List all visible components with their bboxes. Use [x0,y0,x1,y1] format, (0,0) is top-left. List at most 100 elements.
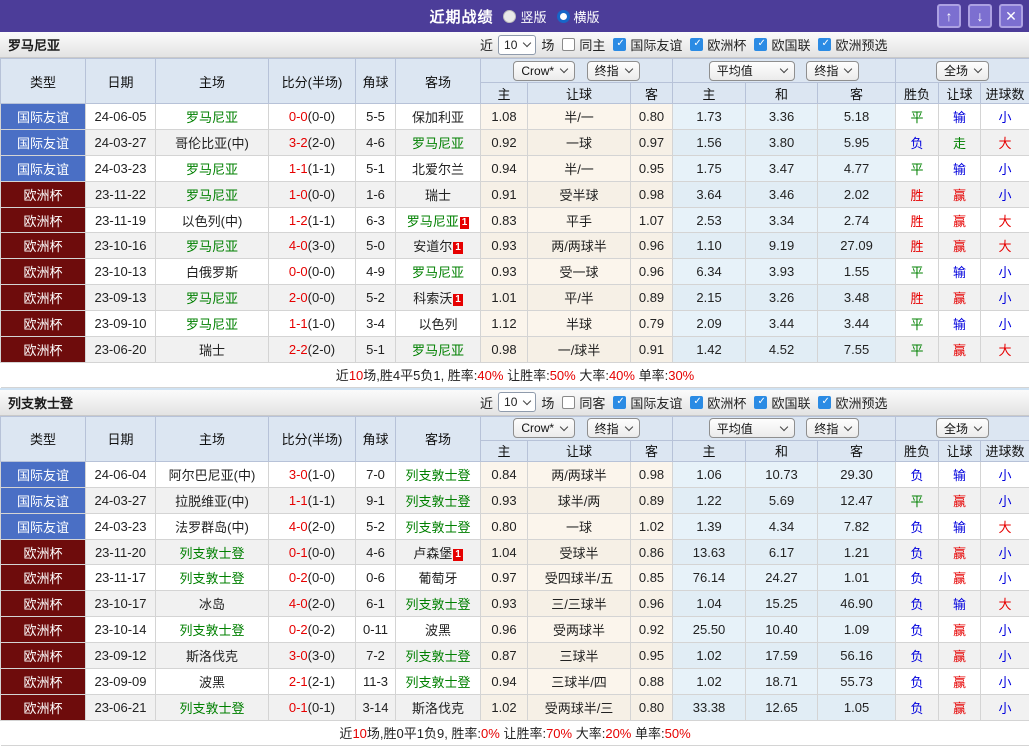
crow-handicap: 两/两球半 [527,232,631,260]
league-checkbox-1[interactable] [690,395,704,409]
avg-draw-odds: 4.52 [745,336,819,363]
crow-away-odds: 1.07 [629,206,674,234]
arrow-down-icon: ↓ [976,8,984,24]
league-checkbox-3[interactable] [818,395,832,409]
fulltime-score: 2-0 [288,290,308,306]
away-team: 瑞士 [395,180,481,208]
arrow-up-icon: ↑ [945,8,953,24]
result-handicap: 赢 [938,206,982,234]
rounds-select[interactable]: 10 [498,392,537,413]
move-down-button[interactable]: ↓ [968,4,992,28]
home-team-name: 罗马尼亚 [185,317,238,333]
fulltime-score: 1-2 [288,212,308,228]
avg-away-odds: 12.47 [817,486,897,514]
company-select[interactable]: Crow* [513,60,576,81]
away-team-name: 罗马尼亚 [406,213,459,229]
match-date: 23-09-12 [85,642,156,670]
avg-terminal-select[interactable]: 终指 [806,418,860,439]
match-type-badge: 国际友谊 [0,154,86,182]
away-team-name: 罗马尼亚 [411,265,464,281]
red-card-badge: 1 [453,242,463,255]
summary-row: 近10场,胜4平5负1, 胜率:40% 让胜率:50% 大率:40% 单率:30… [0,361,1029,388]
matches-label: 场 [541,395,555,411]
halftime-score: (0-1) [307,699,336,715]
summary-text-part: 大率: [575,368,609,384]
col-type: 类型 [0,58,86,104]
scope-select[interactable]: 全场 [936,60,990,81]
halftime-score: (0-0) [307,544,336,560]
horizontal-layout-radio[interactable]: 横版 [556,7,600,26]
match-row: 国际友谊 24-03-23 罗马尼亚 1-1(1-1) 5-1 北爱尔兰 0.94 半/一 0.… [0,154,1029,182]
col-winloss: 胜负 [895,82,940,104]
col-avg-draw: 和 [745,82,819,104]
away-team-name: 斯洛伐克 [411,700,464,716]
vertical-layout-radio[interactable]: 竖版 [503,7,547,26]
crow-terminal-select[interactable]: 终指 [586,60,640,81]
fulltime-score: 2-1 [288,673,308,689]
move-up-button[interactable]: ↑ [937,4,961,28]
corner-stat: 0-11 [355,616,396,644]
company-select[interactable]: Crow* [513,418,576,439]
league-checkbox-3[interactable] [818,38,832,51]
result-winloss: 平 [895,310,940,338]
avg-away-odds: 46.90 [817,590,897,618]
league-checkbox-0[interactable] [613,38,627,51]
halftime-score: (0-2) [307,622,336,638]
league-checkbox-0[interactable] [613,395,627,409]
result-winloss: 胜 [895,206,940,234]
crow-away-odds: 0.98 [629,460,674,488]
crow-terminal-select[interactable]: 终指 [586,418,640,439]
crow-handicap: 受两球半/三 [527,693,631,721]
scope-select[interactable]: 全场 [936,418,990,439]
league-checkbox-2[interactable] [754,395,768,409]
avg-away-odds: 2.74 [817,206,897,234]
result-goals: 小 [980,180,1029,208]
same-venue-checkbox[interactable] [562,38,576,51]
match-date: 24-03-27 [85,128,156,156]
result-winloss: 胜 [895,180,940,208]
match-row: 欧洲杯 23-09-13 罗马尼亚 2-0(0-0) 5-2 科索沃 1 1.01 平/半 0.8… [0,284,1029,312]
league-checkbox-1[interactable] [690,38,704,51]
summary-text-part: 10 [352,726,367,742]
home-team: 列支敦士登 [155,693,269,721]
avg-terminal-select[interactable]: 终指 [806,60,860,81]
result-handicap: 输 [938,103,982,130]
crow-home-odds: 1.01 [480,284,528,312]
close-button[interactable]: ✕ [999,4,1023,28]
avg-home-odds: 13.63 [672,538,747,566]
crow-handicap: 受两球半 [527,616,631,644]
avg-away-odds: 1.01 [817,564,897,592]
average-select[interactable]: 平均值 [708,60,795,81]
fulltime-score: 1-1 [288,160,308,176]
crow-home-odds: 0.93 [480,486,528,514]
match-date: 24-03-23 [85,512,156,540]
section-header: 列支敦士登 近 10 场 同客 国际友谊 欧洲杯 欧国联 欧洲预选 [0,389,1029,416]
average-select[interactable]: 平均值 [708,418,795,439]
fulltime-score: 0-1 [288,544,308,560]
home-team-name: 波黑 [198,674,225,690]
crow-home-odds: 0.91 [480,180,528,208]
corner-stat: 5-1 [355,336,396,363]
rounds-select[interactable]: 10 [498,34,537,55]
result-handicap: 赢 [938,284,982,312]
league-checkbox-2[interactable] [754,38,768,51]
crow-handicap: 一球 [527,128,631,156]
avg-home-odds: 1.06 [672,460,747,488]
match-row: 国际友谊 24-03-23 法罗群岛(中) 4-0(2-0) 5-2 列支敦士登 0.80 一… [0,512,1029,540]
match-row: 欧洲杯 23-06-21 列支敦士登 0-1(0-1) 3-14 斯洛伐克 1.02 受两球半… [0,693,1029,721]
crow-handicap: 球半/两 [527,486,631,514]
league-label-1: 欧洲杯 [707,395,747,411]
away-team: 列支敦士登 [395,590,481,618]
result-winloss: 平 [895,103,940,130]
score: 3-2(2-0) [268,128,356,156]
same-venue-checkbox[interactable] [562,395,576,409]
corner-stat: 5-1 [355,154,396,182]
team-name: 罗马尼亚 [8,38,61,53]
avg-group-header: 平均值 终指 [672,58,897,83]
fulltime-score: 1-0 [288,186,308,202]
result-winloss: 平 [895,486,940,514]
home-team-name: 白俄罗斯 [185,265,238,281]
away-team: 葡萄牙 [395,564,481,592]
result-winloss: 负 [895,616,940,644]
match-type-badge: 欧洲杯 [0,232,86,260]
